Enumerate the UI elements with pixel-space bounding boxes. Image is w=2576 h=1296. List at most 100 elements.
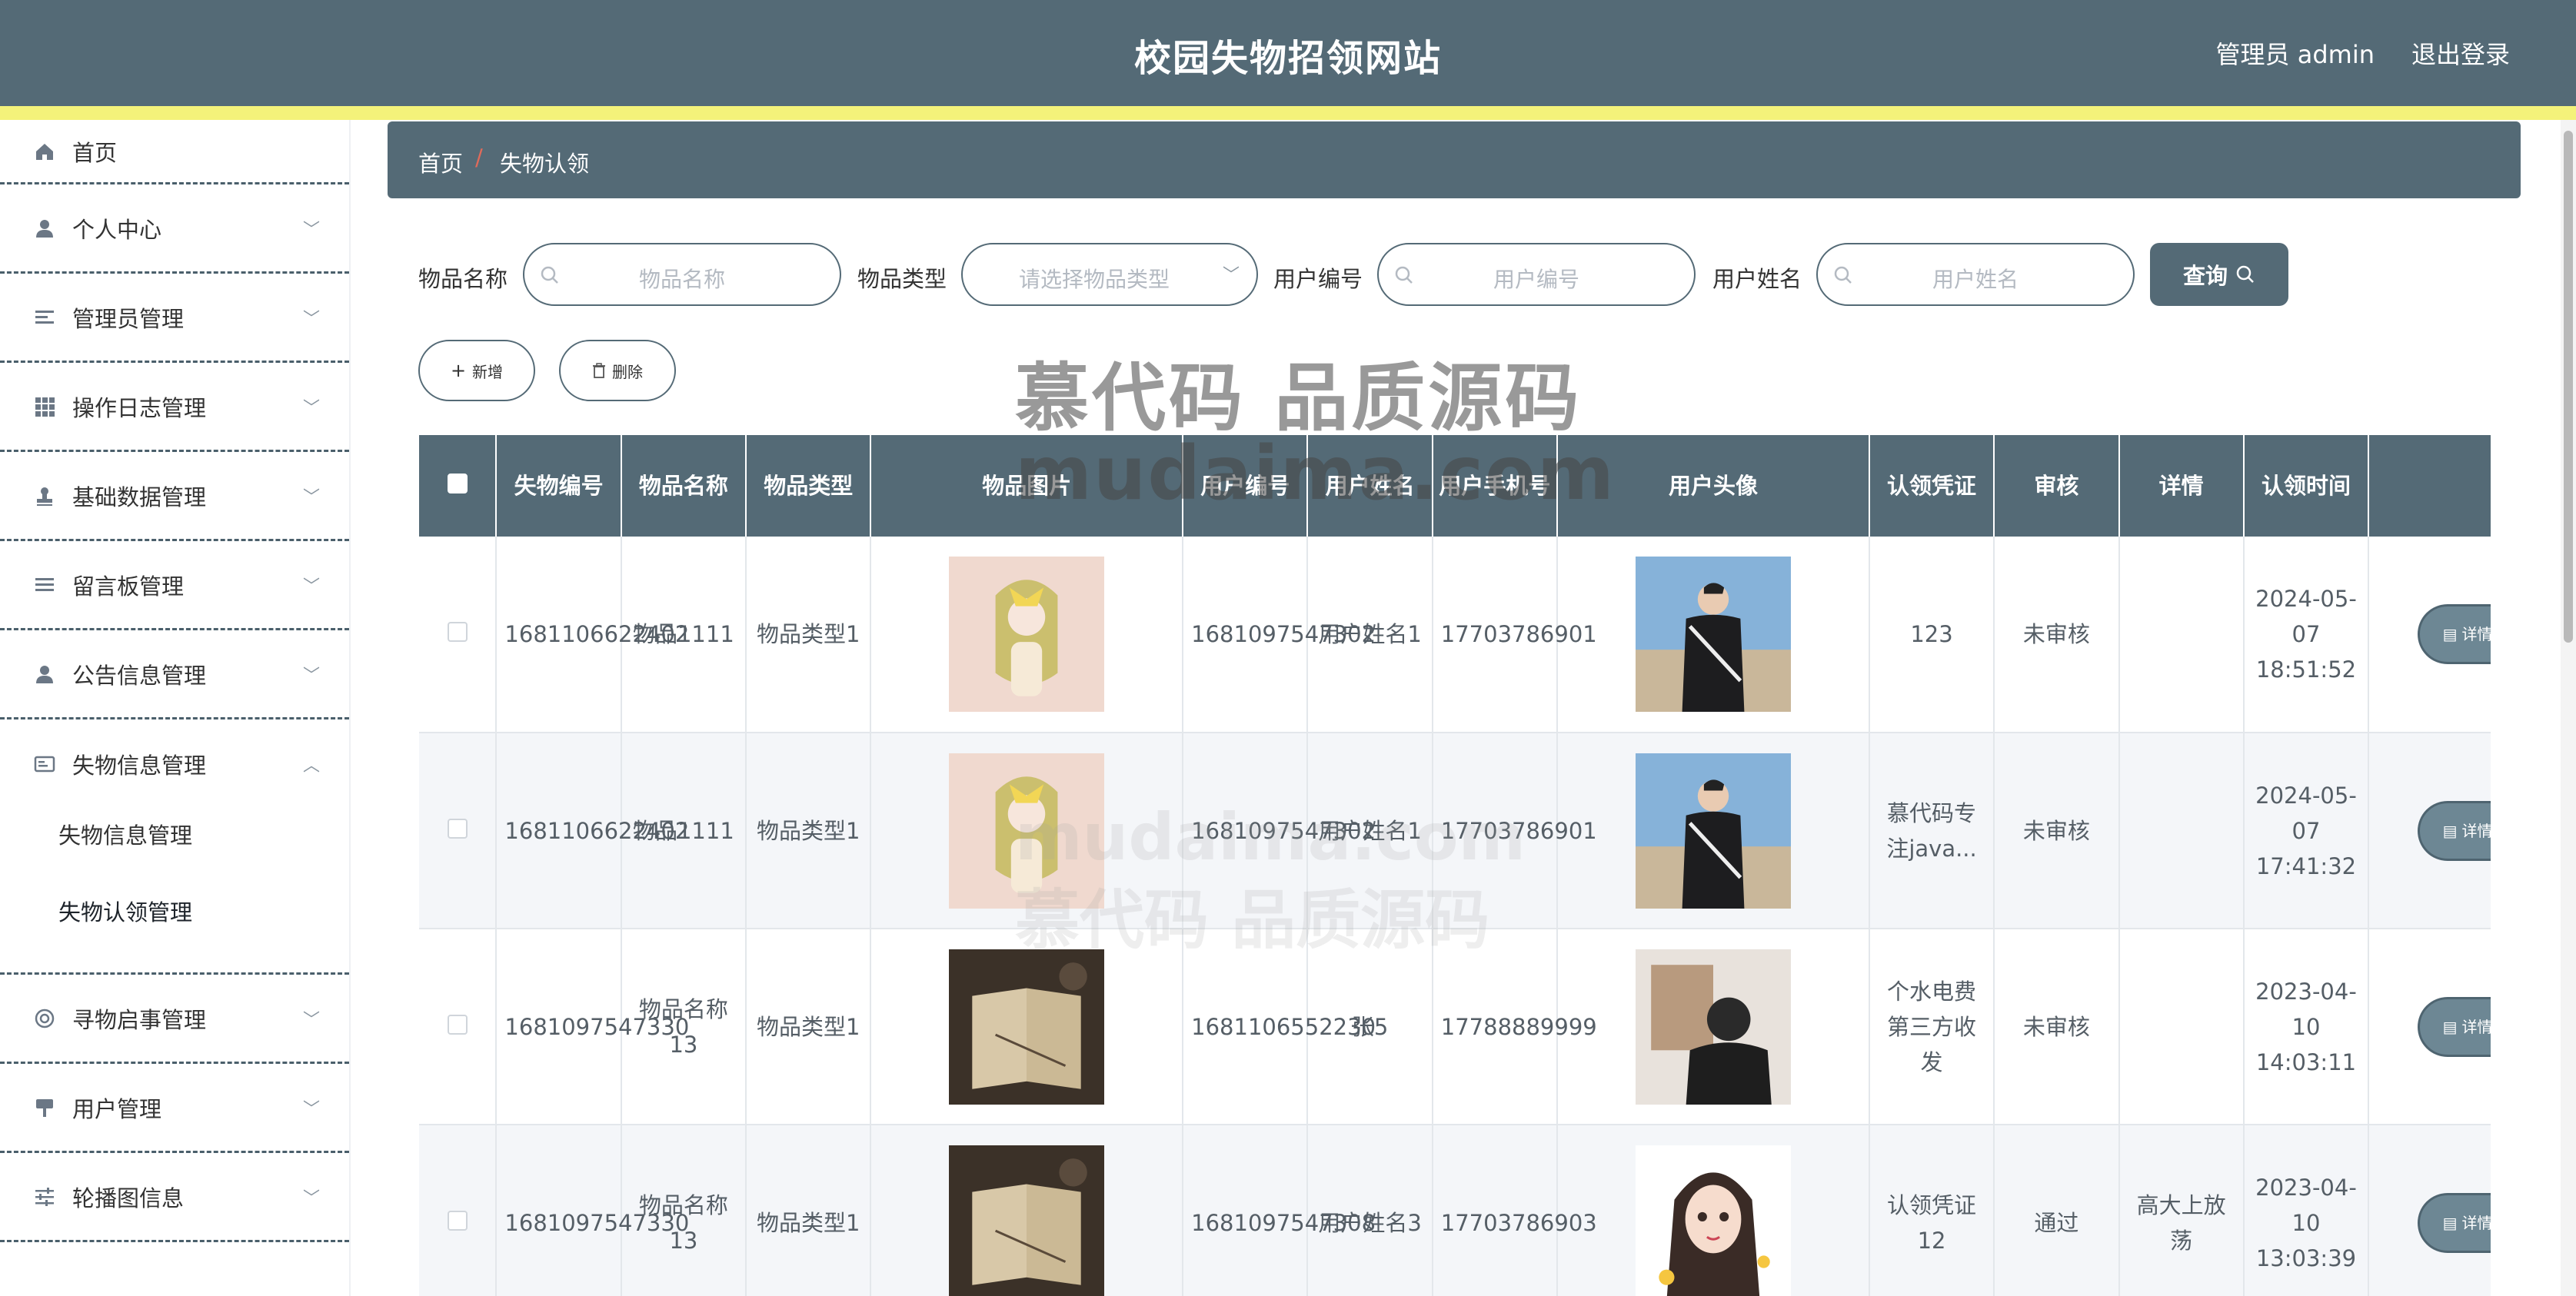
row-select-cell (419, 1125, 498, 1296)
cell-lost-no: 1681097547330 (496, 1125, 689, 1296)
detail-label: 详情 (2461, 1213, 2491, 1232)
cell-user-no: 1681106552230 (1183, 929, 1376, 1125)
logout-link[interactable]: 退出登录 (2411, 35, 2510, 71)
cell-actions: ▤ 详情 (2368, 733, 2491, 929)
cell-user-no: 1681097547302 (1183, 537, 1376, 733)
cell-phone: 17788889999 (1432, 929, 1597, 1125)
cell-detail (2118, 537, 2245, 733)
page-scrollbar[interactable] (2561, 120, 2576, 1296)
item-type-select[interactable]: 请选择物品类型 ﹀ (961, 243, 1258, 306)
select-all-checkbox[interactable] (447, 474, 468, 493)
sidebar-item-label: 基础数据管理 (72, 484, 207, 510)
sidebar-item-notice[interactable]: 公告信息管理 ﹀ (0, 630, 349, 719)
detail-label: 详情 (2461, 821, 2491, 840)
row-checkbox[interactable] (447, 1210, 468, 1231)
sidebar-item-carousel[interactable]: 轮播图信息 ﹀ (0, 1153, 349, 1242)
stamp-icon (32, 484, 57, 508)
sidebar-item-label: 轮播图信息 (72, 1185, 185, 1211)
sub-item-lost-info[interactable]: 失物信息管理 (58, 818, 192, 850)
detail-button[interactable]: ▤ 详情 (2417, 604, 2491, 664)
cell-user-name: 用户姓名1 (1307, 733, 1433, 929)
sidebar-item-message-board[interactable]: 留言板管理 ﹀ (0, 541, 349, 630)
column-header: 用户姓名 (1307, 435, 1433, 537)
user-name-input[interactable]: 用户姓名 (1816, 243, 2135, 306)
user-no-label: 用户编号 (1273, 266, 1363, 292)
sub-item-lost-claim[interactable]: 失物认领管理 (58, 895, 192, 927)
column-header: 用户手机号 (1432, 435, 1559, 537)
cell-phone: 17703786901 (1432, 537, 1597, 733)
cell-type: 物品类型1 (746, 1125, 872, 1296)
item-type-label: 物品类型 (857, 266, 947, 292)
chevron-down-icon: ﹀ (302, 1099, 320, 1119)
anime-girl-image (949, 753, 1105, 909)
chevron-down-icon: ﹀ (302, 577, 320, 596)
user-no-input[interactable]: 用户编号 (1377, 243, 1696, 306)
cell-proof: 认领凭证12 (1869, 1125, 1995, 1296)
plus-icon: + (450, 360, 467, 381)
column-header: 物品名称 (621, 435, 747, 537)
cell-user-no: 1681097547308 (1183, 1125, 1376, 1296)
select-all-cell (419, 435, 498, 537)
sidebar-item-label: 寻物启事管理 (72, 1006, 207, 1033)
detail-button[interactable]: ▤ 详情 (2417, 800, 2491, 861)
cell-proof: 慕代码专注java... (1869, 733, 1995, 929)
cell-review: 通过 (1994, 1125, 2120, 1296)
column-header: 物品图片 (870, 435, 1184, 537)
cell-user-name: 用户姓名3 (1307, 1125, 1433, 1296)
cell-item-image (870, 537, 1184, 733)
scrollbar-thumb[interactable] (2564, 131, 2573, 643)
man-jacket-avatar (1635, 557, 1791, 712)
query-button[interactable]: 查询 (2150, 243, 2288, 306)
detail-button[interactable]: ▤ 详情 (2417, 996, 2491, 1057)
list-icon (32, 573, 57, 597)
detail-label: 详情 (2461, 1017, 2491, 1036)
delete-button[interactable]: 删除 (559, 340, 676, 401)
header-accent-stripe (0, 106, 2576, 120)
cell-review: 未审核 (1994, 733, 2120, 929)
table-row: 1681097547330 物品名称13 物品类型1 1681106552230… (419, 929, 2491, 1125)
row-checkbox[interactable] (447, 818, 468, 839)
sign-icon (32, 1095, 57, 1120)
sidebar-item-admin-management[interactable]: 管理员管理 ﹀ (0, 274, 349, 363)
table-row: 1681106622402 物品1111 物品类型1 1681097547302… (419, 733, 2491, 929)
add-button[interactable]: + 新增 (418, 340, 535, 401)
man-jacket-avatar (1635, 753, 1791, 909)
sidebar-item-operation-log[interactable]: 操作日志管理 ﹀ (0, 363, 349, 452)
breadcrumb-home[interactable]: 首页 (418, 146, 463, 178)
cell-time: 2024-05-07 17:41:32 (2243, 733, 2370, 929)
top-header: 校园失物招领网站 管理员 admin 退出登录 (0, 0, 2576, 106)
table-header-row: 失物编号 物品名称 物品类型 物品图片 用户编号 用户姓名 用户手机号 用户头像… (419, 435, 2491, 537)
cell-actions: ▤ 详情 (2368, 929, 2491, 1125)
sidebar-item-found-notice[interactable]: 寻物启事管理 ﹀ (0, 975, 349, 1064)
actions-header (2368, 435, 2491, 537)
sidebar-item-lost-info[interactable]: 失物信息管理 ︿ 失物信息管理 失物认领管理 (0, 719, 349, 975)
detail-button[interactable]: ▤ 详情 (2417, 1192, 2491, 1253)
item-name-input[interactable]: 物品名称 (523, 243, 841, 306)
cell-review: 未审核 (1994, 537, 2120, 733)
cell-name: 物品1111 (621, 733, 747, 929)
row-select-cell (419, 537, 498, 733)
search-icon (2236, 265, 2254, 283)
sidebar-item-label: 个人中心 (72, 216, 162, 243)
sidebar-item-home[interactable]: 首页 (0, 120, 349, 184)
sidebar-item-label: 首页 (72, 139, 118, 166)
row-checkbox[interactable] (447, 1014, 468, 1035)
man-back-avatar (1635, 949, 1791, 1105)
cell-type: 物品类型1 (746, 733, 872, 929)
row-checkbox[interactable] (447, 622, 468, 642)
sidebar-item-basic-data[interactable]: 基础数据管理 ﹀ (0, 452, 349, 541)
column-header: 失物编号 (496, 435, 622, 537)
cell-item-image (870, 733, 1184, 929)
sidebar-item-personal-center[interactable]: 个人中心 ﹀ (0, 184, 349, 274)
sidebar-item-user-management[interactable]: 用户管理 ﹀ (0, 1064, 349, 1153)
chevron-up-icon: ︿ (302, 756, 320, 776)
cell-lost-no: 1681097547330 (496, 929, 689, 1125)
cell-proof: 123 (1869, 537, 1995, 733)
cell-type: 物品类型1 (746, 537, 872, 733)
cell-proof: 个水电费第三方收发 (1869, 929, 1995, 1125)
cell-detail (2118, 929, 2245, 1125)
admin-label: 管理员 admin (2215, 40, 2375, 69)
cell-user-name: 用户姓名1 (1307, 537, 1433, 733)
cell-lost-no: 1681106622402 (496, 733, 689, 929)
chevron-down-icon: ﹀ (302, 1188, 320, 1208)
